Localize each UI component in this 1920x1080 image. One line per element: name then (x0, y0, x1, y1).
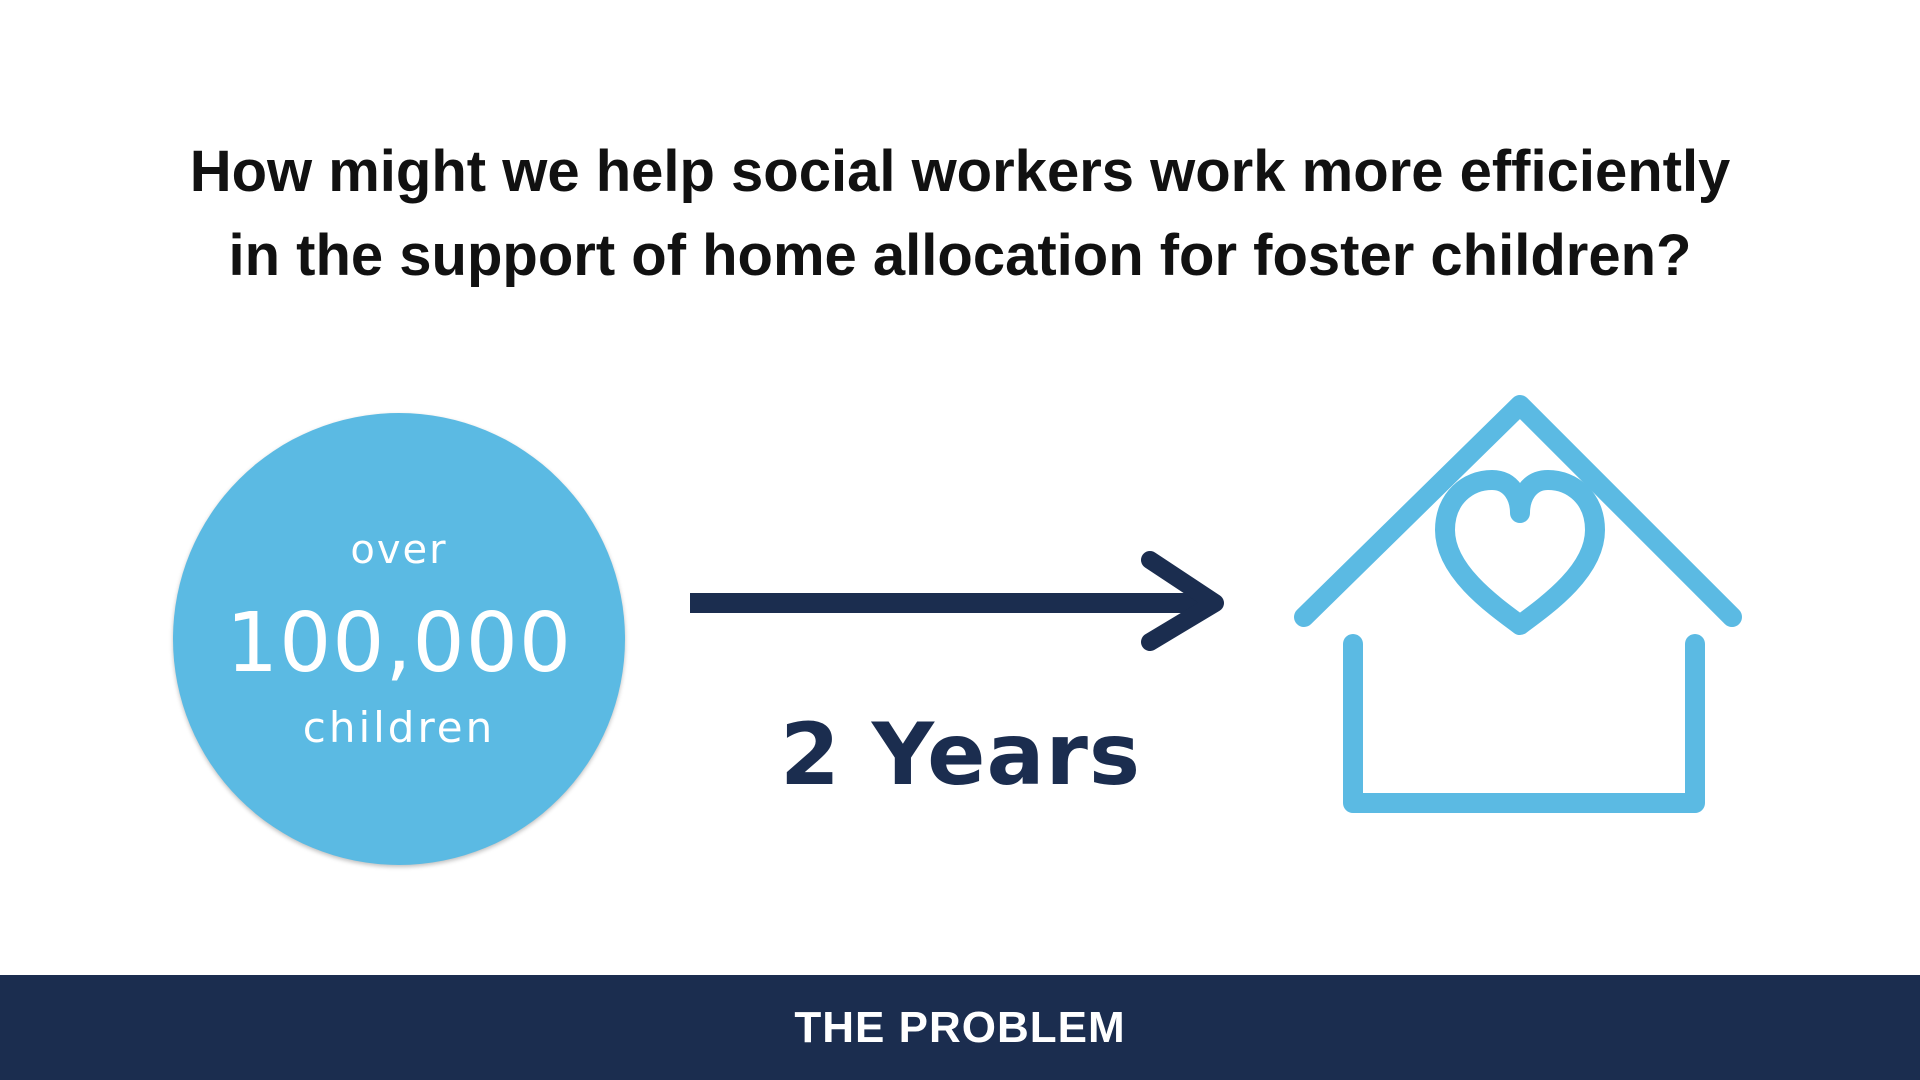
headline-line-1: How might we help social workers work mo… (189, 139, 1731, 204)
duration-label: 2 Years (780, 705, 1142, 805)
stat-suffix: children (302, 703, 496, 752)
headline: How might we help social workers work mo… (0, 130, 1920, 298)
headline-line-2: in the support of home allocation for fo… (228, 223, 1692, 288)
stat-number: 100,000 (225, 596, 573, 691)
arrow-right-icon (690, 551, 1224, 651)
slide: How might we help social workers work mo… (0, 0, 1920, 1080)
house-heart-icon (1294, 395, 1742, 813)
footer-bar: THE PROBLEM (0, 975, 1920, 1080)
footer-title: THE PROBLEM (794, 1003, 1126, 1052)
stat-prefix: over (350, 527, 448, 573)
